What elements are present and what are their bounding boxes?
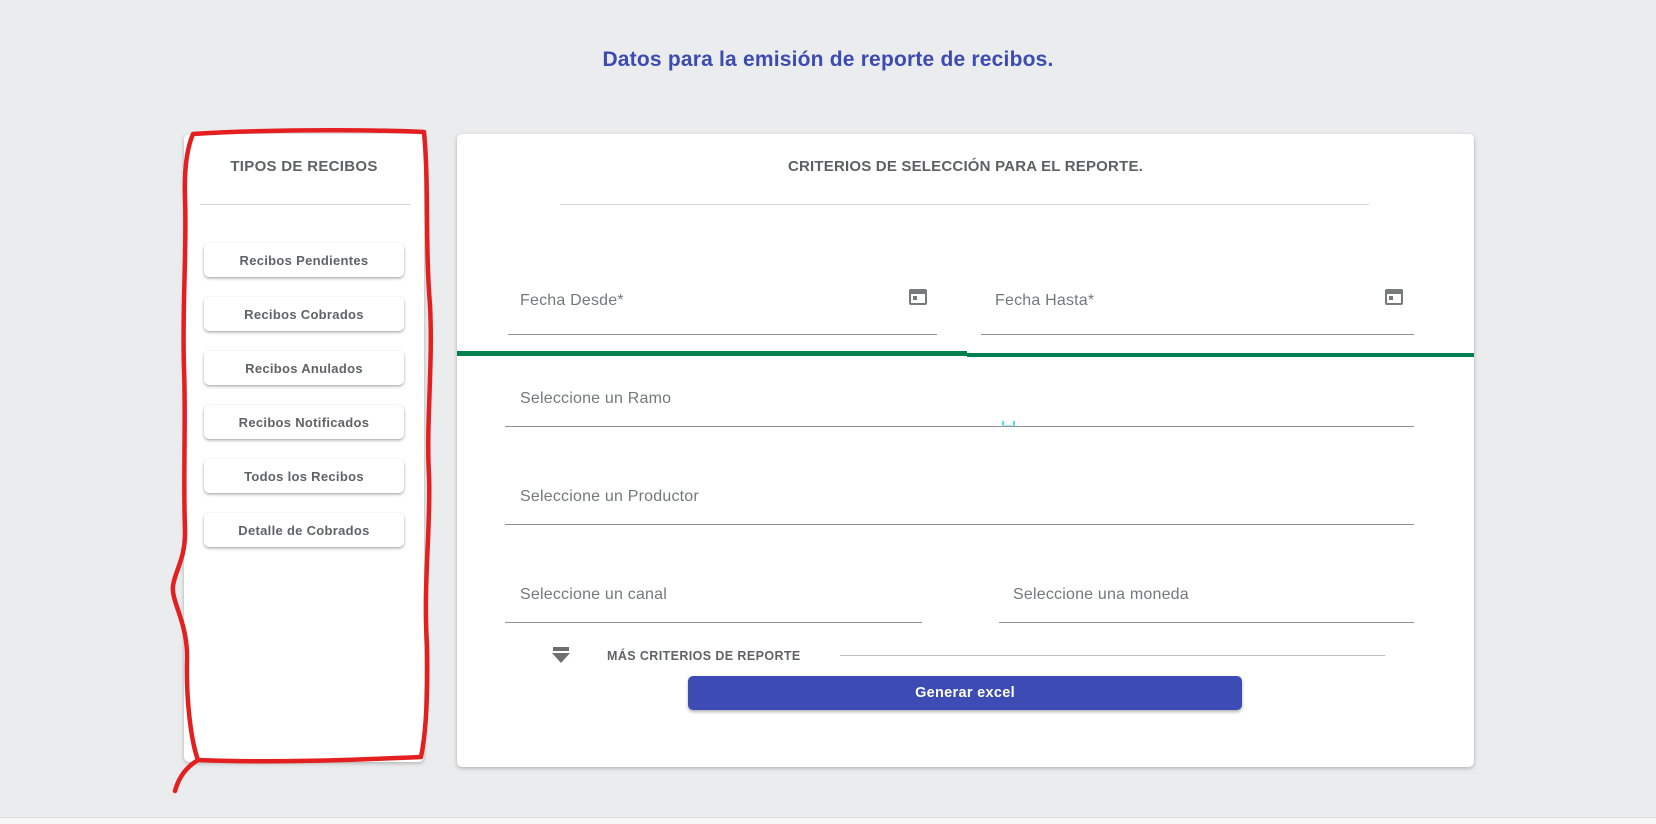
sidebar-button-recibos-cobrados[interactable]: Recibos Cobrados [204,297,404,331]
calendar-icon[interactable] [909,289,927,305]
filter-icon-bar [553,647,569,651]
moneda-select[interactable]: Seleccione una moneda [1013,586,1189,604]
productor-select[interactable]: Seleccione un Productor [520,488,699,506]
calendar-icon-dot [913,296,917,300]
criteria-title: CRITERIOS DE SELECCIÓN PARA EL REPORTE. [457,158,1474,175]
sidebar-card: TIPOS DE RECIBOS Recibos Pendientes Reci… [184,134,424,762]
fecha-desde-input[interactable]: Fecha Desde* [520,292,624,310]
productor-underline [505,524,1414,525]
fecha-desde-underline [508,334,937,335]
filter-icon-triangle [552,653,570,663]
canal-underline [505,622,922,623]
more-criteria-line [840,655,1385,656]
calendar-icon-band [911,291,925,294]
fecha-hasta-underline [981,334,1414,335]
sidebar-button-todos-los-recibos[interactable]: Todos los Recibos [204,459,404,493]
page-title: Datos para la emisión de reporte de reci… [0,48,1656,72]
green-divider-left [457,351,967,356]
moneda-underline [999,622,1414,623]
fecha-hasta-input[interactable]: Fecha Hasta* [995,292,1094,310]
sidebar-button-detalle-de-cobrados[interactable]: Detalle de Cobrados [204,513,404,547]
criteria-divider [560,204,1369,205]
generar-excel-button[interactable]: Generar excel [688,676,1242,710]
calendar-icon-band [1387,291,1401,294]
calendar-icon[interactable] [1385,289,1403,305]
canal-select[interactable]: Seleccione un canal [520,586,667,604]
ramo-select[interactable]: Seleccione un Ramo [520,390,671,408]
sidebar-divider [200,204,410,205]
criteria-card: CRITERIOS DE SELECCIÓN PARA EL REPORTE. … [457,134,1474,767]
ramo-underline [505,426,1414,427]
resize-caret-mark [1002,421,1015,426]
sidebar-button-recibos-notificados[interactable]: Recibos Notificados [204,405,404,439]
green-divider-right [967,353,1474,357]
filter-sort-descending-icon[interactable] [552,646,570,662]
sidebar-title: TIPOS DE RECIBOS [184,158,424,175]
sidebar-button-recibos-pendientes[interactable]: Recibos Pendientes [204,243,404,277]
more-criteria-toggle[interactable]: MÁS CRITERIOS DE REPORTE [607,649,801,663]
sidebar-button-recibos-anulados[interactable]: Recibos Anulados [204,351,404,385]
calendar-icon-dot [1389,296,1393,300]
